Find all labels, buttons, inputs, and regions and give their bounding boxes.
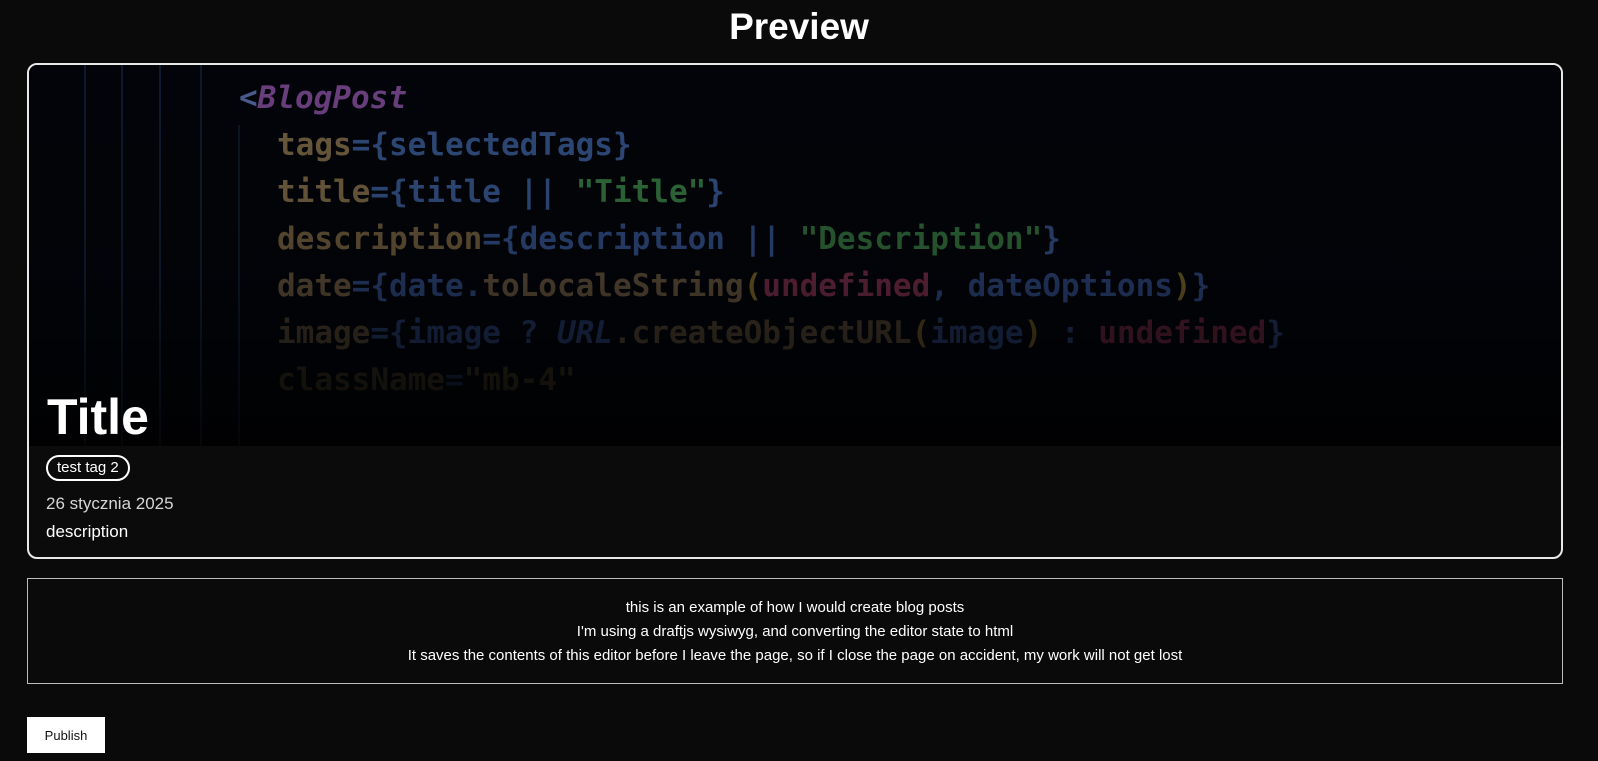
post-description: description [46,522,129,541]
editor-line: It saves the contents of this editor bef… [407,647,1183,664]
page-title: Preview [729,6,869,47]
post-title: Title [47,389,149,445]
editor-line: this is an example of how I would create… [625,599,965,616]
post-date: 26 stycznia 2025 [46,494,174,513]
blog-post-preview-card: <BlogPosttags={selectedTags}title={title… [27,63,1563,559]
tag-chip[interactable]: test tag 2 [46,455,130,481]
editor-line: I'm using a draftjs wysiwyg, and convert… [576,623,1014,640]
cover-image: <BlogPosttags={selectedTags}title={title… [29,65,1561,446]
cover-overlay [29,65,1561,446]
rich-text-editor[interactable]: this is an example of how I would create… [27,578,1563,684]
publish-button[interactable]: Publish [27,717,105,753]
